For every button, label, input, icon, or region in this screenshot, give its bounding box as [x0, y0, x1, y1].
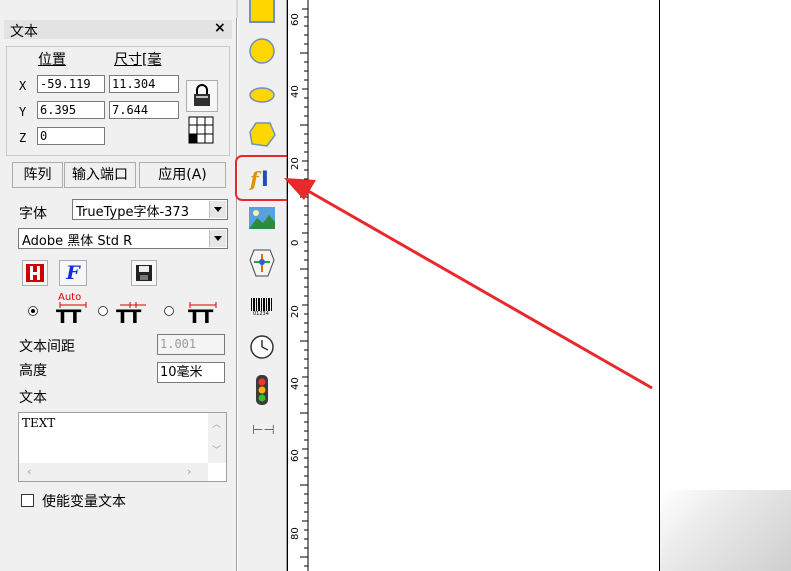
- annotation-arrow: [284, 178, 653, 390]
